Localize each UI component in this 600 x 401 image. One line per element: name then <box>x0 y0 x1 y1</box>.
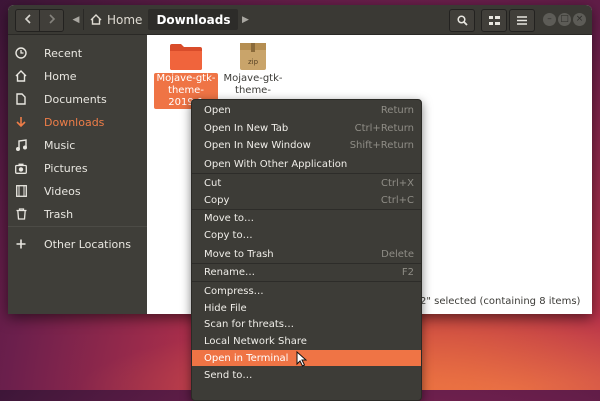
menu-item-label: Compress… <box>204 285 264 297</box>
sidebar-item-label: Pictures <box>44 161 88 175</box>
zip-badge: zip <box>247 58 259 66</box>
sidebar: Recent Home Documents Downloads Music Pi… <box>8 35 147 314</box>
menu-item-copy-to[interactable]: Copy to… <box>192 227 421 243</box>
download-icon <box>14 115 28 129</box>
menu-item-shortcut: Shift+Return <box>349 139 414 151</box>
search-icon <box>456 15 468 26</box>
sidebar-item-recent[interactable]: Recent <box>8 42 147 64</box>
menu-item-label: Copy <box>204 194 230 206</box>
menu-item-label: Cut <box>204 177 222 189</box>
sidebar-item-label: Documents <box>44 92 107 106</box>
file-item-label: Mojave-gtk-theme- <box>223 73 283 96</box>
film-icon <box>14 184 28 198</box>
header-bar: ◀ Home Downloads ▶ – □ × <box>8 5 592 35</box>
breadcrumb-home-label: Home <box>107 12 143 27</box>
mouse-pointer-icon <box>296 350 308 371</box>
menu-separator <box>192 281 421 282</box>
menu-item-label: Local Network Share <box>204 335 307 347</box>
home-icon <box>90 14 102 25</box>
menu-item-label: Open in Terminal <box>204 352 289 364</box>
menu-item-rename[interactable]: Rename… F2 <box>192 264 421 280</box>
search-button[interactable] <box>449 9 475 32</box>
camera-icon <box>14 161 28 175</box>
file-item-archive[interactable]: zip Mojave-gtk-theme- <box>221 41 285 97</box>
menu-item-cut[interactable]: Cut Ctrl+X <box>192 175 421 191</box>
sidebar-item-label: Other Locations <box>44 237 131 251</box>
maximize-button[interactable]: □ <box>558 13 571 26</box>
sidebar-item-trash[interactable]: Trash <box>8 203 147 225</box>
menu-item-move-to-trash[interactable]: Move to Trash Delete <box>192 246 421 262</box>
sidebar-item-documents[interactable]: Documents <box>8 88 147 110</box>
folder-icon <box>170 44 202 70</box>
menu-item-label: Rename… <box>204 266 256 278</box>
back-button[interactable] <box>16 10 39 31</box>
sidebar-item-label: Videos <box>44 184 81 198</box>
menu-item-label: Hide File <box>204 302 247 314</box>
menu-item-label: Open In New Tab <box>204 122 289 134</box>
trash-icon <box>14 207 28 221</box>
music-note-icon <box>14 138 28 152</box>
hamburger-menu-icon <box>517 16 527 25</box>
breadcrumb: ◀ Home Downloads ▶ <box>69 9 252 30</box>
menu-item-label: Move to Trash <box>204 248 274 260</box>
chevron-left-icon <box>24 13 32 28</box>
menu-item-compress[interactable]: Compress… <box>192 283 421 299</box>
breadcrumb-home[interactable]: Home <box>83 9 148 30</box>
chevron-right-icon <box>48 13 56 28</box>
close-button[interactable]: × <box>573 13 586 26</box>
menu-item-label: Move to… <box>204 212 255 224</box>
sidebar-item-label: Downloads <box>44 115 105 129</box>
menu-item-shortcut: F2 <box>401 266 414 278</box>
menu-item-open-new-tab[interactable]: Open In New Tab Ctrl+Return <box>192 120 421 136</box>
menu-item-local-network-share[interactable]: Local Network Share <box>192 333 421 349</box>
sidebar-item-label: Trash <box>44 207 74 221</box>
sidebar-item-videos[interactable]: Videos <box>8 180 147 202</box>
menu-item-shortcut: Ctrl+X <box>380 177 414 189</box>
sidebar-item-music[interactable]: Music <box>8 134 147 156</box>
view-grid-icon <box>488 15 500 25</box>
sidebar-item-pictures[interactable]: Pictures <box>8 157 147 179</box>
sidebar-item-label: Home <box>44 69 77 83</box>
app-menu-button[interactable] <box>509 9 535 32</box>
menu-item-label: Open In New Window <box>204 139 311 151</box>
path-scroll-left-icon[interactable]: ◀ <box>69 15 83 25</box>
menu-item-scan-for-threats[interactable]: Scan for threats… <box>192 316 421 332</box>
plus-icon <box>14 237 28 251</box>
sidebar-item-label: Recent <box>44 46 83 60</box>
sidebar-item-other-locations[interactable]: Other Locations <box>8 233 147 255</box>
menu-item-move-to[interactable]: Move to… <box>192 210 421 226</box>
menu-item-shortcut: Return <box>380 104 414 116</box>
sidebar-item-home[interactable]: Home <box>8 65 147 87</box>
sidebar-item-label: Music <box>44 138 76 152</box>
menu-item-open[interactable]: Open Return <box>192 102 421 118</box>
menu-item-label: Send to… <box>204 369 253 381</box>
menu-item-open-with[interactable]: Open With Other Application <box>192 156 421 172</box>
forward-button[interactable] <box>39 10 63 31</box>
menu-item-hide-file[interactable]: Hide File <box>192 300 421 316</box>
path-scroll-right-icon[interactable]: ▶ <box>238 15 252 25</box>
menu-item-copy[interactable]: Copy Ctrl+C <box>192 192 421 208</box>
home-icon <box>14 69 28 83</box>
menu-item-label: Open <box>204 104 231 116</box>
minimize-button[interactable]: – <box>543 13 556 26</box>
document-icon <box>14 92 28 106</box>
menu-item-shortcut: Ctrl+Return <box>354 122 414 134</box>
clock-icon <box>14 46 28 60</box>
sidebar-item-downloads[interactable]: Downloads <box>8 111 147 133</box>
menu-item-shortcut: Delete <box>381 248 414 260</box>
navigation-buttons <box>15 9 64 32</box>
status-bar: 2" selected (containing 8 items) <box>414 292 587 310</box>
zip-archive-icon: zip <box>238 41 268 71</box>
menu-item-open-new-window[interactable]: Open In New Window Shift+Return <box>192 137 421 153</box>
view-toggle-button[interactable] <box>481 9 507 32</box>
sidebar-divider <box>8 226 147 227</box>
breadcrumb-downloads[interactable]: Downloads <box>148 9 239 30</box>
menu-item-label: Scan for threats… <box>204 318 294 330</box>
menu-separator <box>192 173 421 174</box>
menu-item-shortcut: Ctrl+C <box>380 194 414 206</box>
menu-item-label: Copy to… <box>204 229 253 241</box>
menu-item-label: Open With Other Application <box>204 158 348 170</box>
